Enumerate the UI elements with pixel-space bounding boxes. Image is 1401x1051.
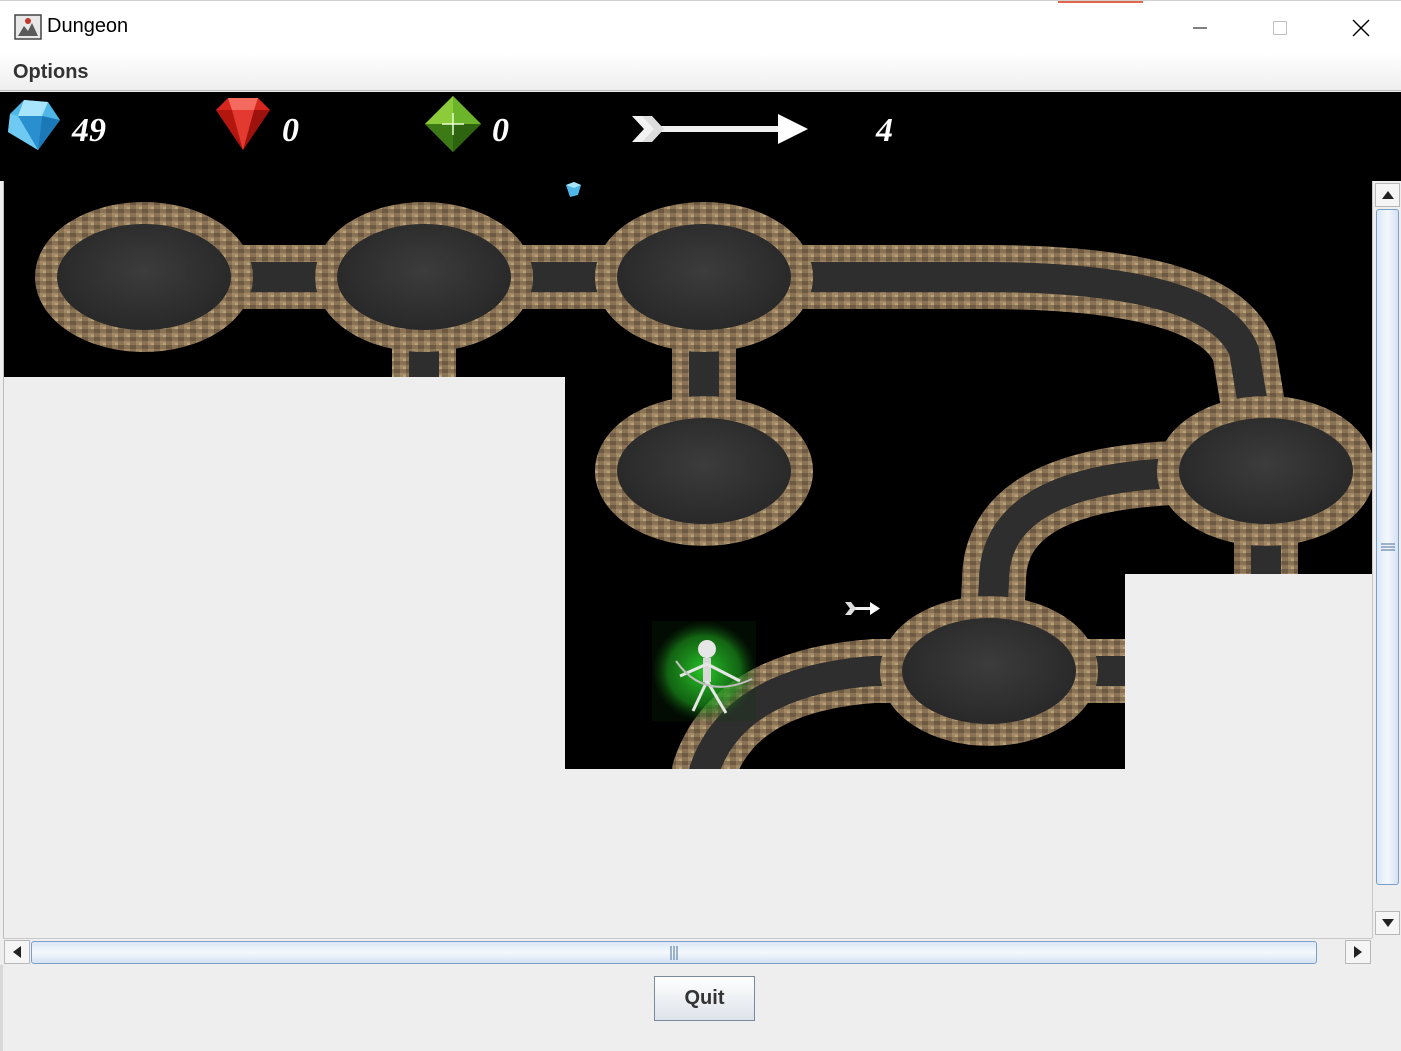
vertical-scrollbar[interactable] <box>1372 181 1401 938</box>
arrow-up-icon <box>1381 191 1394 199</box>
menu-bar: Options <box>0 54 1401 91</box>
red-ruby-icon <box>216 98 270 150</box>
minimize-button[interactable] <box>1160 1 1240 55</box>
title-bar: Dungeon <box>0 0 1401 54</box>
dungeon-map[interactable] <box>4 181 1372 938</box>
scroll-left-button[interactable] <box>4 940 30 964</box>
java-app-icon <box>14 14 42 40</box>
arrow-icon <box>632 114 808 144</box>
scroll-right-button[interactable] <box>1345 940 1371 964</box>
bottom-panel: Quit <box>0 965 1401 1051</box>
skeleton-archer-icon[interactable] <box>652 621 756 721</box>
dungeon-viewport[interactable] <box>3 181 1372 938</box>
emerald-count: 0 <box>492 112 509 149</box>
minimize-icon <box>1193 27 1207 29</box>
title-accent <box>1058 1 1143 3</box>
grip-icon <box>670 945 678 960</box>
horizontal-scroll-thumb[interactable] <box>31 941 1317 964</box>
grip-icon <box>1380 543 1395 551</box>
arrow-left-icon <box>13 946 21 958</box>
arrow-count: 4 <box>876 112 893 149</box>
quit-button[interactable]: Quit <box>654 976 755 1021</box>
sapphire-count: 49 <box>72 112 106 149</box>
horizontal-scrollbar[interactable] <box>3 938 1372 965</box>
ruby-count: 0 <box>282 112 299 149</box>
close-icon <box>1352 19 1370 37</box>
arrow-right-icon <box>1354 946 1362 958</box>
maximize-icon <box>1273 21 1287 35</box>
green-emerald-icon <box>425 96 481 152</box>
menu-options[interactable]: Options <box>13 61 89 84</box>
inventory-hud: 49 0 0 4 <box>0 92 1401 181</box>
close-button[interactable] <box>1321 1 1401 55</box>
scroll-corner <box>1372 938 1401 965</box>
window-title: Dungeon <box>47 15 129 37</box>
scroll-up-button[interactable] <box>1375 183 1400 207</box>
vertical-scroll-thumb[interactable] <box>1376 209 1399 885</box>
maximize-button[interactable] <box>1240 1 1320 55</box>
scroll-down-button[interactable] <box>1375 911 1400 935</box>
arrow-down-icon <box>1381 919 1394 927</box>
blue-diamond-icon <box>8 100 60 150</box>
